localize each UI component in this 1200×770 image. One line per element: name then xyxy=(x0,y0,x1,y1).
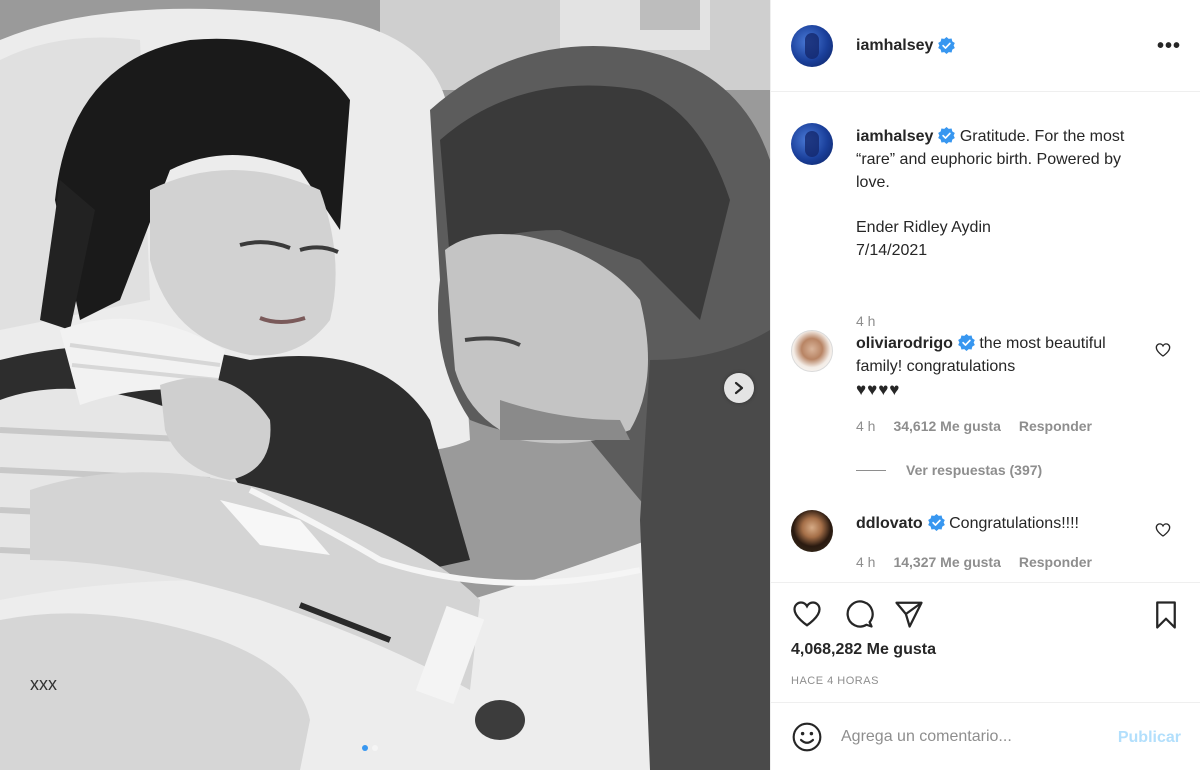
caption-body: iamhalsey Gratitude. For the most “rare”… xyxy=(856,125,1156,262)
reply-button[interactable]: Responder xyxy=(1019,554,1092,570)
post-side-panel: iamhalsey ••• iamhalsey Gratitude. For t… xyxy=(770,0,1200,770)
comment-item: oliviarodrigo the most beautiful family!… xyxy=(791,330,1181,450)
author-avatar[interactable] xyxy=(791,24,833,67)
comment-text: Congratulations!!!! xyxy=(949,515,1079,532)
caption-time[interactable]: 4 h xyxy=(856,313,875,329)
photo-image: xxx xyxy=(0,0,770,770)
commenter-username[interactable]: oliviarodrigo xyxy=(856,335,953,352)
svg-text:xxx: xxx xyxy=(30,674,57,694)
like-comment-heart-icon[interactable] xyxy=(1155,522,1171,538)
next-photo-button[interactable] xyxy=(724,373,754,403)
carousel-dot-2 xyxy=(372,745,378,751)
post-actions: 4,068,282 Me gusta HACE 4 HORAS xyxy=(771,582,1200,702)
commenter-username[interactable]: ddlovato xyxy=(856,515,923,532)
post-caption: iamhalsey Gratitude. For the most “rare”… xyxy=(791,123,1181,329)
caption-baby-name: Ender Ridley Aydin xyxy=(856,219,991,236)
comment-time[interactable]: 4 h xyxy=(856,554,875,570)
comment-bubble-icon[interactable] xyxy=(843,599,875,629)
carousel-dot-1 xyxy=(362,745,368,751)
reply-button[interactable]: Responder xyxy=(1019,418,1092,434)
comment-item: ddlovato Congratulations!!!! 4 h 14,327 … xyxy=(791,510,1181,580)
comments-list[interactable]: iamhalsey Gratitude. For the most “rare”… xyxy=(771,92,1200,582)
caption-date: 7/14/2021 xyxy=(856,242,928,259)
post-time[interactable]: HACE 4 HORAS xyxy=(791,675,879,687)
save-bookmark-icon[interactable] xyxy=(1151,599,1181,631)
comment-time[interactable]: 4 h xyxy=(856,418,875,434)
commenter-avatar[interactable] xyxy=(791,330,833,372)
carousel-indicator xyxy=(362,745,378,751)
publish-button[interactable]: Publicar xyxy=(1118,729,1181,747)
verified-badge-icon xyxy=(938,37,956,54)
view-replies-button[interactable]: Ver respuestas (397) xyxy=(856,462,1042,478)
comment-emoji: ♥♥♥♥ xyxy=(856,380,901,399)
comment-body: oliviarodrigo the most beautiful family!… xyxy=(856,332,1126,401)
verified-badge-icon xyxy=(938,127,956,144)
post-photo[interactable]: xxx xyxy=(0,0,770,770)
likes-count[interactable]: 4,068,282 Me gusta xyxy=(791,641,936,659)
view-replies-label: Ver respuestas (397) xyxy=(906,462,1043,478)
commenter-avatar[interactable] xyxy=(791,510,833,552)
caption-author-avatar[interactable] xyxy=(791,123,833,165)
share-paper-plane-icon[interactable] xyxy=(893,599,925,629)
author-username[interactable]: iamhalsey xyxy=(856,37,933,55)
verified-badge-icon xyxy=(927,514,945,531)
caption-meta: 4 h xyxy=(856,313,875,329)
comment-likes[interactable]: 14,327 Me gusta xyxy=(893,554,1000,570)
like-heart-icon[interactable] xyxy=(791,599,823,629)
add-comment-bar: Publicar xyxy=(771,702,1200,770)
comment-input[interactable] xyxy=(841,727,1091,746)
more-options-button[interactable]: ••• xyxy=(1157,36,1181,56)
caption-author-username[interactable]: iamhalsey xyxy=(856,128,933,145)
post-header: iamhalsey ••• xyxy=(771,0,1200,92)
comment-meta: 4 h 34,612 Me gusta Responder xyxy=(856,418,1092,434)
emoji-smiley-icon[interactable] xyxy=(791,721,823,753)
comment-body: ddlovato Congratulations!!!! xyxy=(856,512,1126,535)
replies-divider xyxy=(856,469,886,471)
like-comment-heart-icon[interactable] xyxy=(1155,342,1171,358)
verified-badge-icon xyxy=(958,334,975,351)
chevron-right-icon xyxy=(734,381,744,395)
comment-meta: 4 h 14,327 Me gusta Responder xyxy=(856,554,1092,570)
comment-likes[interactable]: 34,612 Me gusta xyxy=(893,418,1000,434)
